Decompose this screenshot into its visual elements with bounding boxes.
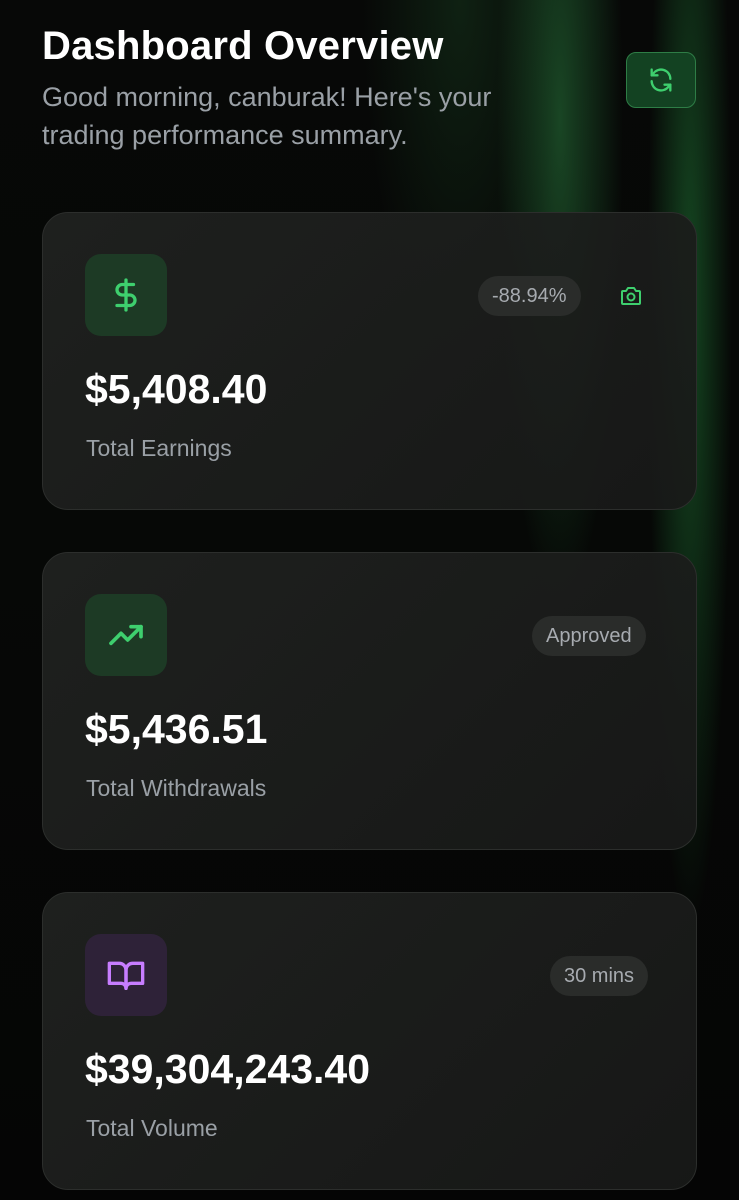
- volume-card: 30 mins $39,304,243.40 Total Volume: [42, 892, 697, 1190]
- refresh-icon: [650, 68, 672, 92]
- volume-icon-tile: [85, 934, 167, 1016]
- dashboard-page: Dashboard Overview Good morning, canbura…: [0, 0, 739, 1200]
- earnings-card: -88.94% $5,408.40 Total Earnings: [42, 212, 697, 510]
- earnings-value: $5,408.40: [85, 366, 268, 412]
- withdrawals-card: Approved $5,436.51 Total Withdrawals: [42, 552, 697, 850]
- dollar-icon: [115, 278, 137, 312]
- withdrawals-label: Total Withdrawals: [86, 775, 267, 801]
- earnings-change-badge: -88.94%: [478, 276, 581, 316]
- page-subtitle: Good morning, canburak! Here's your trad…: [42, 82, 492, 150]
- volume-label: Total Volume: [86, 1115, 218, 1141]
- trending-up-icon: [109, 624, 143, 646]
- withdrawals-icon-tile: [85, 594, 167, 676]
- withdrawals-status-badge: Approved: [532, 616, 646, 656]
- withdrawals-value: $5,436.51: [85, 706, 268, 752]
- camera-icon: [621, 287, 641, 305]
- earnings-icon-tile: [85, 254, 167, 336]
- screenshot-button[interactable]: [613, 279, 649, 313]
- refresh-button[interactable]: [626, 52, 696, 108]
- volume-period-badge: 30 mins: [550, 956, 649, 996]
- volume-value: $39,304,243.40: [85, 1046, 370, 1092]
- book-icon: [107, 961, 145, 990]
- page-title: Dashboard Overview: [42, 24, 444, 68]
- earnings-label: Total Earnings: [86, 435, 232, 461]
